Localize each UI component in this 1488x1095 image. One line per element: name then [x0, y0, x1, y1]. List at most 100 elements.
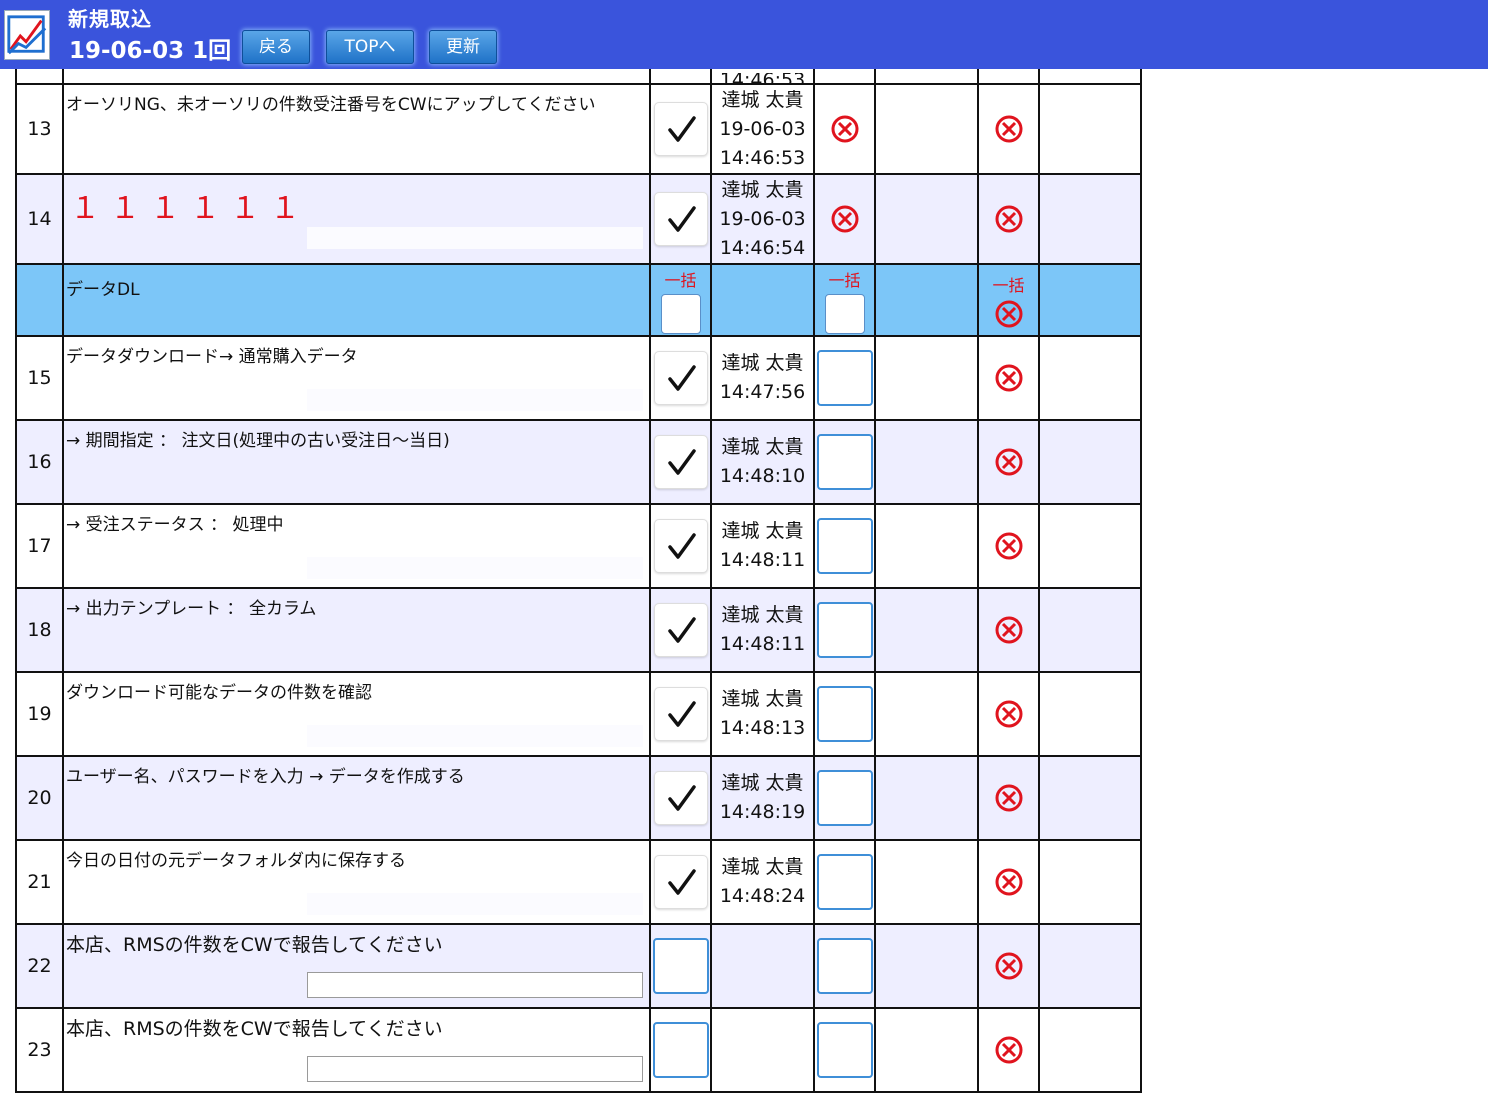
delete-cell[interactable] — [977, 1007, 1040, 1093]
bulk-check-cell[interactable]: 一括 — [649, 263, 712, 337]
check-cell[interactable] — [649, 671, 712, 757]
second-check-cell[interactable] — [813, 755, 876, 841]
delete-cell[interactable] — [977, 923, 1040, 1009]
completed-time: 14:48:19 — [719, 801, 806, 823]
done-info-cell: 達城 太貴 14:48:10 — [710, 419, 815, 505]
second-check-cell[interactable] — [813, 83, 876, 175]
cancel-x-icon[interactable] — [994, 783, 1024, 813]
completed-by: 達城 太貴 — [721, 856, 804, 878]
review-checkbox-empty[interactable] — [816, 350, 873, 406]
done-checkbox[interactable] — [653, 687, 708, 741]
second-check-cell[interactable] — [813, 503, 876, 589]
bulk-delete-cell[interactable]: 一括 — [977, 263, 1040, 337]
cancel-x-icon[interactable] — [994, 363, 1024, 393]
note-input[interactable] — [307, 227, 643, 249]
table-row: 16 → 期間指定 ： 注文日(処理中の古い受注日〜当日) 達城 太貴 14:48… — [15, 419, 1142, 505]
cancel-x-icon[interactable] — [994, 114, 1024, 144]
second-check-cell[interactable] — [813, 1007, 876, 1093]
app-header: 新規取込 19-06-03 1回 戻る TOPへ 更新 — [0, 0, 1488, 69]
bulk-label: 一括 — [828, 270, 861, 290]
review-checkbox-empty[interactable] — [816, 1022, 873, 1078]
cancel-x-icon[interactable] — [994, 531, 1024, 561]
check-cell[interactable] — [649, 83, 712, 175]
cancel-x-icon[interactable] — [994, 867, 1024, 897]
done-checkbox[interactable] — [653, 519, 708, 573]
cancel-x-icon[interactable] — [994, 447, 1024, 477]
done-checkbox-empty[interactable] — [652, 1022, 709, 1078]
completed-by: 達城 太貴 — [721, 604, 804, 626]
second-check-cell[interactable] — [813, 839, 876, 925]
second-check-cell[interactable] — [813, 587, 876, 673]
note-input[interactable] — [307, 557, 643, 579]
top-button[interactable]: TOPへ — [326, 30, 414, 64]
cancel-x-icon[interactable] — [994, 299, 1024, 329]
check-cell[interactable] — [649, 587, 712, 673]
bulk-review-cell[interactable]: 一括 — [813, 263, 876, 337]
delete-cell[interactable] — [977, 419, 1040, 505]
review-checkbox-empty[interactable] — [816, 770, 873, 826]
note-input[interactable] — [307, 1056, 643, 1082]
completed-time: 14:48:13 — [719, 717, 806, 739]
bulk-done-checkbox[interactable] — [660, 293, 701, 334]
refresh-button[interactable]: 更新 — [429, 30, 497, 64]
check-cell[interactable] — [649, 839, 712, 925]
cancel-x-icon[interactable] — [994, 699, 1024, 729]
row-number: 23 — [15, 1007, 64, 1093]
cancel-x-icon[interactable] — [994, 615, 1024, 645]
bulk-review-checkbox[interactable] — [824, 293, 865, 334]
delete-cell[interactable] — [977, 335, 1040, 421]
second-check-cell[interactable] — [813, 335, 876, 421]
done-checkbox[interactable] — [653, 771, 708, 825]
review-checkbox-empty[interactable] — [816, 938, 873, 994]
checkmark-icon — [667, 869, 696, 895]
back-button[interactable]: 戻る — [242, 30, 310, 64]
done-checkbox[interactable] — [653, 351, 708, 405]
review-checkbox-empty[interactable] — [816, 686, 873, 742]
done-checkbox-empty[interactable] — [652, 938, 709, 994]
check-cell[interactable] — [649, 503, 712, 589]
task-cell: ダウンロード可能なデータの件数を確認 — [62, 671, 651, 757]
done-checkbox[interactable] — [653, 435, 708, 489]
delete-cell[interactable] — [977, 173, 1040, 265]
note-input[interactable] — [307, 389, 643, 411]
review-checkbox-empty[interactable] — [816, 434, 873, 490]
done-checkbox[interactable] — [653, 603, 708, 657]
cancel-x-icon[interactable] — [994, 204, 1024, 234]
delete-cell[interactable] — [977, 839, 1040, 925]
check-cell[interactable] — [649, 173, 712, 265]
delete-cell[interactable] — [977, 503, 1040, 589]
check-cell[interactable] — [649, 923, 712, 1009]
second-check-cell[interactable] — [813, 173, 876, 265]
delete-cell[interactable] — [977, 83, 1040, 175]
completed-time: 14:46:54 — [719, 236, 806, 259]
cancel-x-icon[interactable] — [994, 951, 1024, 981]
done-checkbox[interactable] — [653, 102, 708, 156]
second-check-cell[interactable] — [813, 923, 876, 1009]
review-checkbox-empty[interactable] — [816, 854, 873, 910]
check-cell[interactable] — [649, 755, 712, 841]
cancel-x-icon[interactable] — [830, 114, 860, 144]
check-cell[interactable] — [649, 419, 712, 505]
note-input[interactable] — [307, 893, 643, 915]
table-row: 13 オーソリNG、未オーソリの件数受注番号をCWにアップしてください 達城 太… — [15, 83, 1142, 175]
done-checkbox[interactable] — [653, 192, 708, 246]
row-number: 14 — [15, 173, 64, 265]
check-cell[interactable] — [649, 335, 712, 421]
delete-cell[interactable] — [977, 671, 1040, 757]
done-info-cell: 達城 太貴 19-06-03 14:46:54 — [710, 173, 815, 265]
second-check-cell[interactable] — [813, 671, 876, 757]
review-checkbox-empty[interactable] — [816, 518, 873, 574]
completed-by: 達城 太貴 — [721, 352, 804, 374]
check-cell[interactable] — [649, 1007, 712, 1093]
delete-cell[interactable] — [977, 755, 1040, 841]
review-checkbox-empty[interactable] — [816, 602, 873, 658]
task-table: 14:46:53 13 オーソリNG、未オーソリの件数受注番号をCWにアップして… — [15, 40, 1142, 1093]
note-input[interactable] — [307, 725, 643, 747]
delete-cell[interactable] — [977, 587, 1040, 673]
task-text: 本店、RMSの件数をCWで報告してください — [66, 934, 443, 956]
cancel-x-icon[interactable] — [994, 1035, 1024, 1065]
done-checkbox[interactable] — [653, 855, 708, 909]
second-check-cell[interactable] — [813, 419, 876, 505]
cancel-x-icon[interactable] — [830, 204, 860, 234]
note-input[interactable] — [307, 972, 643, 998]
